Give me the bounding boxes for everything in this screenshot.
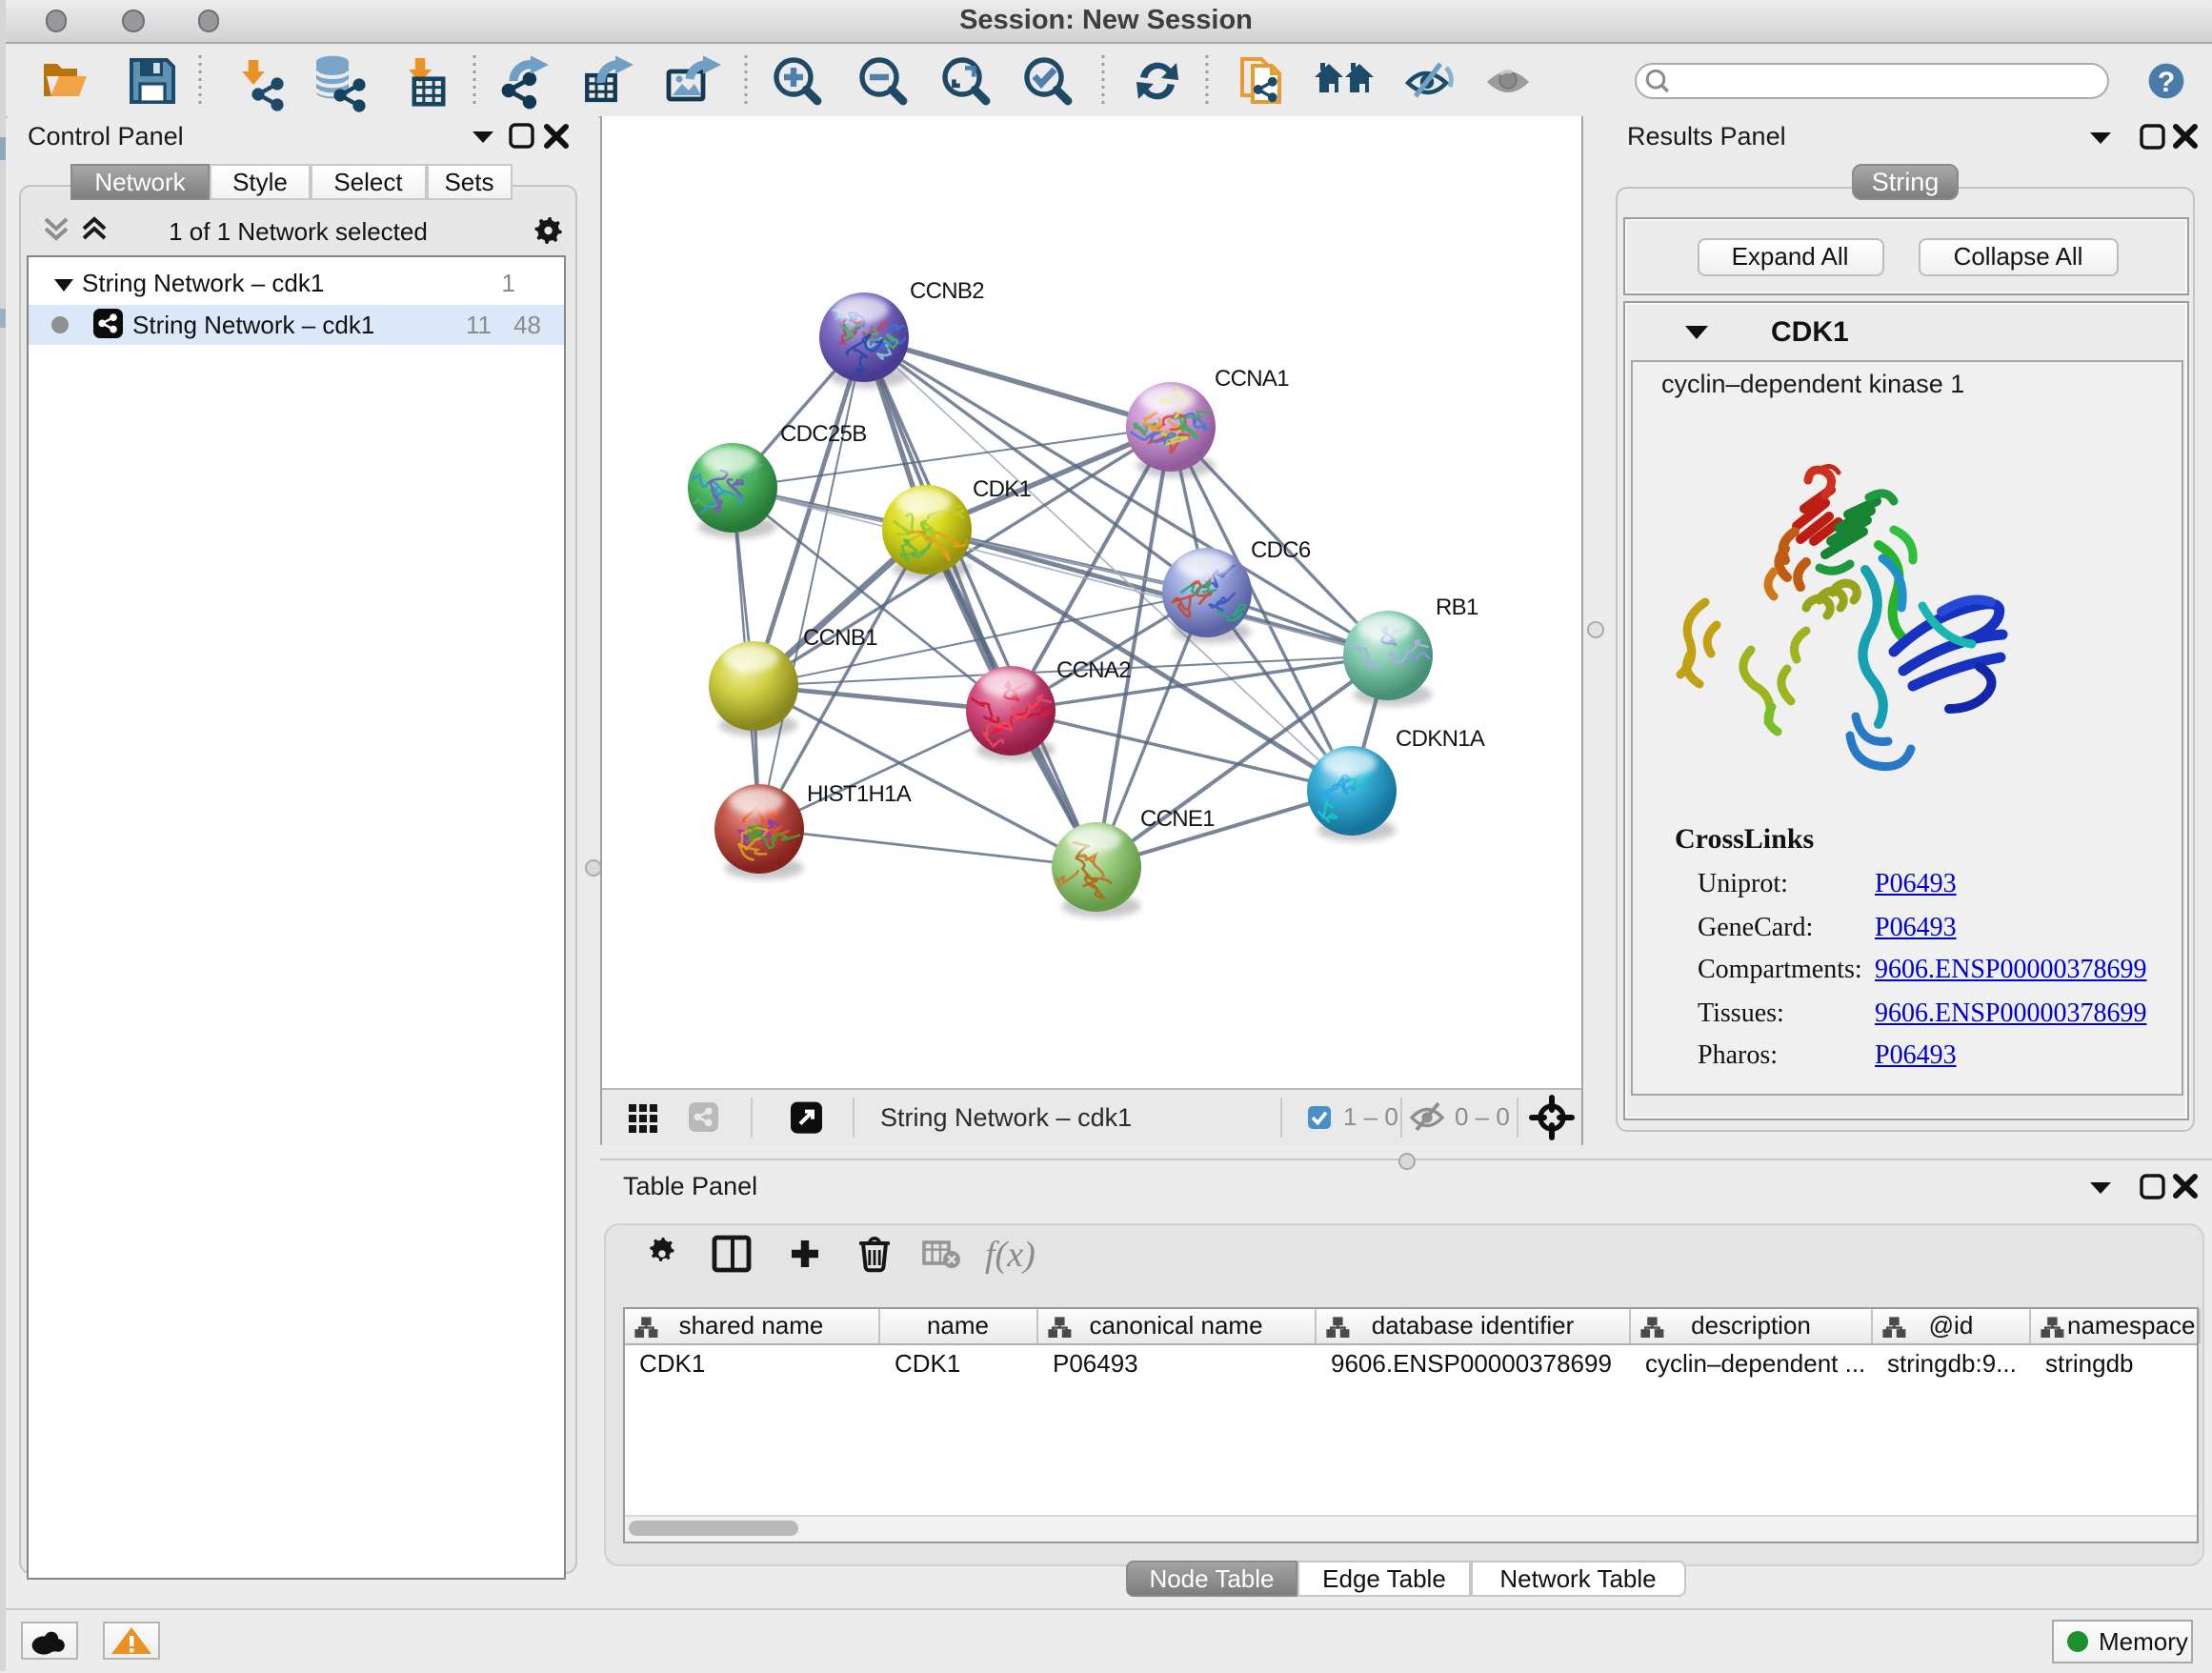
svg-text:CCNB1: CCNB1 — [802, 625, 876, 651]
svg-text:CDK1: CDK1 — [972, 476, 1031, 502]
svg-text:RB1: RB1 — [1435, 595, 1478, 620]
svg-text:CDKN1A: CDKN1A — [1395, 726, 1484, 752]
svg-text:?: ? — [2158, 66, 2175, 97]
svg-text:1 – 0: 1 – 0 — [1342, 1102, 1398, 1131]
svg-text:HIST1H1A: HIST1H1A — [806, 781, 911, 807]
svg-text:f(x): f(x) — [985, 1235, 1036, 1275]
svg-text:CDC25B: CDC25B — [779, 421, 866, 447]
svg-text:String Network – cdk1: String Network – cdk1 — [879, 1103, 1131, 1132]
svg-text:CCNE1: CCNE1 — [1139, 806, 1214, 832]
svg-text:CDC6: CDC6 — [1250, 537, 1310, 563]
svg-text:CCNA1: CCNA1 — [1214, 366, 1288, 392]
svg-text:CCNA2: CCNA2 — [1056, 657, 1130, 683]
svg-text:0 – 0: 0 – 0 — [1454, 1102, 1509, 1131]
svg-text:CCNB2: CCNB2 — [909, 278, 983, 304]
